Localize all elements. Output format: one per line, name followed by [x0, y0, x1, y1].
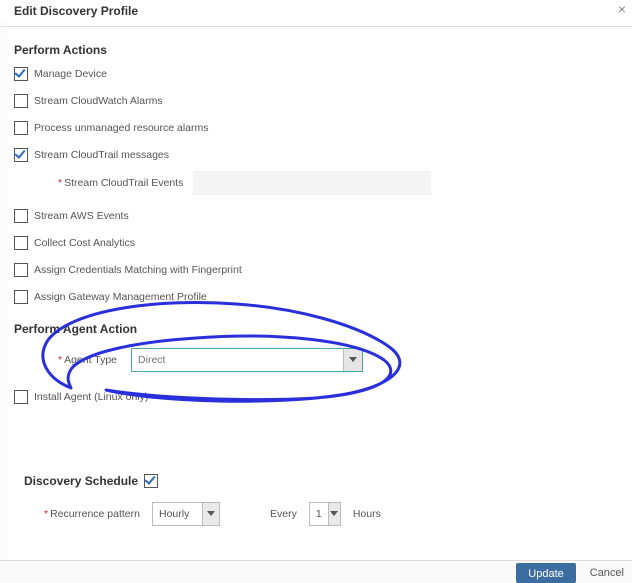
action-label: Stream CloudWatch Alarms: [34, 95, 163, 107]
cloudtrail-events-input[interactable]: [193, 171, 431, 195]
action-label: Assign Gateway Management Profile: [34, 291, 207, 303]
install-agent-label: Install Agent (Linux only): [34, 391, 148, 403]
checkbox-icon[interactable]: [14, 121, 28, 135]
schedule-enabled-checkbox[interactable]: [144, 474, 158, 488]
checkbox-icon[interactable]: [14, 67, 28, 81]
agent-type-label: *Agent Type: [58, 354, 117, 366]
agent-type-value: Direct: [132, 349, 343, 371]
checkbox-icon[interactable]: [14, 263, 28, 277]
action-label: Collect Cost Analytics: [34, 237, 135, 249]
action-label: Manage Device: [34, 68, 107, 80]
checkbox-icon[interactable]: [14, 390, 28, 404]
action-cost-analytics[interactable]: Collect Cost Analytics: [14, 236, 618, 250]
every-select[interactable]: 1: [309, 502, 341, 526]
recurrence-select[interactable]: Hourly: [152, 502, 220, 526]
action-label: Assign Credentials Matching with Fingerp…: [34, 264, 242, 276]
cloudtrail-events-field: *Stream CloudTrail Events: [58, 171, 618, 195]
agent-type-select[interactable]: Direct: [131, 348, 363, 372]
chevron-down-icon[interactable]: [328, 503, 340, 525]
update-button[interactable]: Update: [516, 563, 575, 583]
every-unit: Hours: [353, 508, 381, 520]
every-value: 1: [310, 503, 328, 525]
checkbox-icon[interactable]: [14, 236, 28, 250]
install-agent-row[interactable]: Install Agent (Linux only): [14, 390, 618, 404]
dialog-title: Edit Discovery Profile: [14, 4, 138, 18]
section-agent-title: Perform Agent Action: [14, 322, 618, 336]
action-stream-aws-events[interactable]: Stream AWS Events: [14, 209, 618, 223]
action-unmanaged-alarms[interactable]: Process unmanaged resource alarms: [14, 121, 618, 135]
close-icon[interactable]: ×: [618, 2, 626, 16]
action-stream-cloudtrail[interactable]: Stream CloudTrail messages: [14, 148, 618, 162]
checkbox-icon[interactable]: [14, 148, 28, 162]
checkbox-icon[interactable]: [14, 209, 28, 223]
action-manage-device[interactable]: Manage Device: [14, 67, 618, 81]
section-schedule-title: Discovery Schedule: [24, 474, 138, 488]
checkbox-icon[interactable]: [14, 94, 28, 108]
section-actions-title: Perform Actions: [14, 43, 618, 57]
action-assign-gateway-profile[interactable]: Assign Gateway Management Profile: [14, 290, 618, 304]
cancel-button[interactable]: Cancel: [590, 563, 624, 579]
chevron-down-icon[interactable]: [202, 503, 219, 525]
cloudtrail-events-label: *Stream CloudTrail Events: [58, 177, 183, 189]
action-assign-credentials[interactable]: Assign Credentials Matching with Fingerp…: [14, 263, 618, 277]
action-stream-cw-alarms[interactable]: Stream CloudWatch Alarms: [14, 94, 618, 108]
chevron-down-icon[interactable]: [343, 349, 362, 371]
action-label: Process unmanaged resource alarms: [34, 122, 209, 134]
action-label: Stream AWS Events: [34, 210, 129, 222]
every-label: Every: [270, 508, 297, 520]
recurrence-label: *Recurrence pattern: [44, 508, 140, 520]
action-label: Stream CloudTrail messages: [34, 149, 169, 161]
recurrence-value: Hourly: [153, 503, 202, 525]
checkbox-icon[interactable]: [14, 290, 28, 304]
